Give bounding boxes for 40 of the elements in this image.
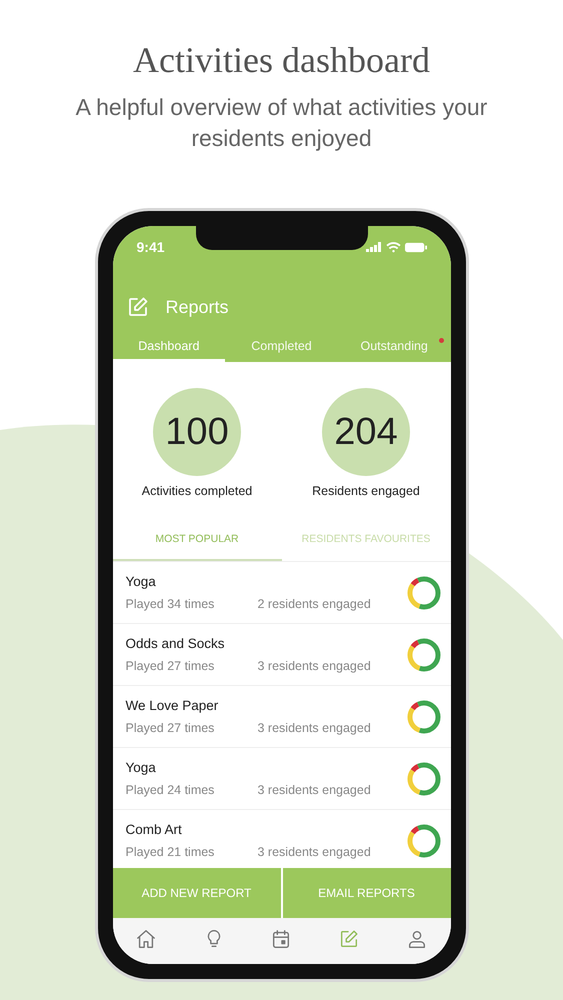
page-heading: Activities dashboard — [133, 39, 430, 82]
donut-chart-icon — [406, 760, 442, 796]
battery-icon — [404, 242, 426, 252]
activity-name: Odds and Socks — [126, 634, 226, 652]
header-title: Reports — [166, 296, 229, 319]
donut-chart-icon — [406, 822, 442, 858]
engaged-count: 3 residents engaged — [258, 720, 371, 737]
played-count: Played 34 times — [126, 596, 216, 613]
wifi-icon — [386, 242, 400, 252]
activity-name: Comb Art — [126, 820, 183, 838]
tab[interactable]: Dashboard — [112, 334, 226, 362]
activity-row[interactable]: Yoga Played 34 times 2 residents engaged — [112, 562, 450, 624]
activity-name: Yoga — [126, 572, 157, 591]
status-time: 9:41 — [136, 238, 165, 256]
engaged-count: 2 residents engaged — [258, 596, 371, 613]
engaged-count: 3 residents engaged — [258, 782, 371, 799]
stat-label: Activities completed — [142, 483, 252, 500]
engaged-count: 3 residents engaged — [258, 844, 371, 861]
donut-chart-icon — [406, 574, 442, 610]
played-count: Played 27 times — [126, 720, 216, 737]
home-icon[interactable] — [135, 928, 158, 950]
donut-chart-icon — [406, 698, 442, 734]
subtab[interactable]: MOST POPULAR — [112, 520, 282, 561]
subtab[interactable]: RESIDENTS FAVOURITES — [282, 520, 450, 561]
action-button[interactable]: ADD NEW REPORT — [112, 868, 280, 918]
tab[interactable]: Completed — [225, 334, 338, 362]
played-count: Played 27 times — [126, 658, 216, 675]
stat-label: Residents engaged — [312, 483, 420, 500]
activity-row[interactable]: We Love Paper Played 27 times 3 residents engaged — [112, 686, 450, 748]
played-count: Played 24 times — [126, 782, 216, 799]
page-subheading: A helpful overview of what activities your residents enjoyed — [74, 93, 488, 153]
engaged-count: 3 residents engaged — [258, 658, 371, 675]
activity-name: We Love Paper — [126, 696, 220, 715]
activity-name: Yoga — [126, 758, 157, 777]
signal-icon — [366, 242, 382, 252]
donut-chart-icon — [406, 636, 442, 672]
played-count: Played 21 times — [126, 844, 216, 861]
activity-row[interactable]: Yoga Played 24 times 3 residents engaged — [112, 748, 450, 810]
activity-row[interactable]: Odds and Socks Played 27 times 3 residents engaged — [112, 624, 450, 686]
tab[interactable]: Outstanding — [338, 334, 450, 362]
